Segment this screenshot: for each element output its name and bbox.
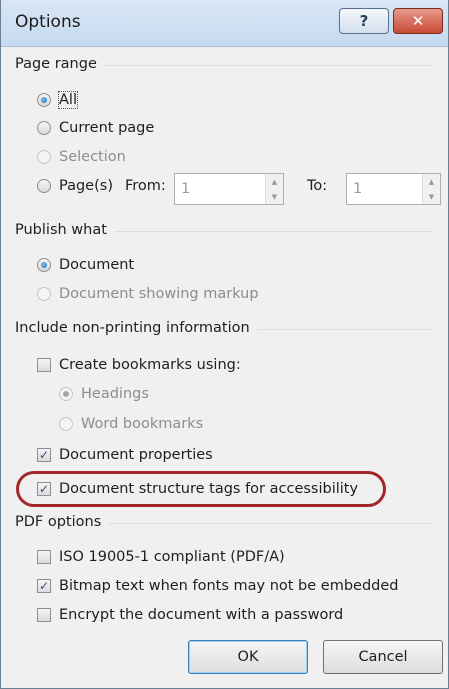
radio-all-indicator[interactable] [37, 93, 51, 107]
checkbox-properties[interactable]: ✓ Document properties [37, 444, 213, 466]
checkbox-encrypt-label: Encrypt the document with a password [59, 607, 344, 623]
radio-word-bookmarks: Word bookmarks [59, 413, 203, 435]
radio-pages-indicator[interactable] [37, 179, 51, 193]
radio-all[interactable]: All [37, 89, 78, 111]
radio-headings-label: Headings [81, 386, 149, 402]
help-icon: ? [359, 12, 369, 30]
radio-current-indicator[interactable] [37, 121, 51, 135]
divider [109, 522, 433, 524]
radio-current-label: Current page [59, 120, 155, 136]
checkbox-encrypt[interactable]: Encrypt the document with a password [37, 604, 343, 626]
radio-all-label: All [58, 91, 78, 109]
checkbox-bookmarks-label: Create bookmarks using: [59, 357, 241, 373]
spin-up-icon[interactable]: ▲ [272, 178, 277, 186]
checkbox-encrypt-box[interactable] [37, 608, 51, 622]
ok-button[interactable]: OK [188, 640, 308, 674]
checkbox-bitmap[interactable]: ✓ Bitmap text when fonts may not be embe… [37, 575, 399, 597]
divider [114, 230, 433, 232]
radio-pages-label: Page(s) [59, 178, 113, 194]
from-label: From: [125, 178, 166, 194]
checkbox-bitmap-label: Bitmap text when fonts may not be embedd… [59, 578, 399, 594]
to-spin-arrows[interactable]: ▲ ▼ [422, 174, 440, 204]
radio-current-page[interactable]: Current page [37, 117, 154, 139]
radio-headings-indicator [59, 387, 73, 401]
to-label: To: [307, 178, 328, 194]
from-stepper[interactable]: 1 ▲ ▼ [174, 173, 284, 205]
spin-down-icon[interactable]: ▼ [429, 193, 434, 201]
checkbox-properties-label: Document properties [59, 447, 213, 463]
radio-headings: Headings [59, 383, 149, 405]
radio-word-bookmarks-indicator [59, 417, 73, 431]
spin-down-icon[interactable]: ▼ [272, 193, 277, 201]
radio-markup: Document showing markup [37, 283, 259, 305]
radio-selection-label: Selection [59, 149, 126, 165]
publish-what-heading: Publish what [15, 222, 433, 238]
radio-document-indicator[interactable] [37, 258, 51, 272]
checkbox-bookmarks-box[interactable] [37, 358, 51, 372]
radio-pages[interactable]: Page(s) [37, 175, 113, 197]
to-stepper[interactable]: 1 ▲ ▼ [346, 173, 441, 205]
non-printing-heading: Include non-printing information [15, 320, 433, 336]
cancel-button[interactable]: Cancel [323, 640, 443, 674]
radio-markup-label: Document showing markup [59, 286, 259, 302]
from-spin-arrows[interactable]: ▲ ▼ [265, 174, 283, 204]
title-bar: Options ? ✕ [1, 0, 448, 47]
radio-document-label: Document [59, 257, 135, 273]
radio-markup-indicator [37, 287, 51, 301]
radio-selection-indicator [37, 150, 51, 164]
checkmark-icon[interactable]: ✓ [37, 579, 51, 593]
from-value: 1 [181, 181, 191, 197]
radio-document[interactable]: Document [37, 254, 134, 276]
checkbox-bookmarks[interactable]: Create bookmarks using: [37, 354, 241, 376]
annotation-highlight-ring [16, 471, 386, 507]
divider [104, 64, 433, 66]
dialog-title: Options [15, 12, 81, 32]
divider [257, 328, 433, 330]
help-button[interactable]: ? [339, 8, 389, 34]
close-icon: ✕ [411, 12, 425, 30]
options-dialog: Options ? ✕ Page range All Current page … [0, 0, 449, 689]
radio-word-bookmarks-label: Word bookmarks [81, 416, 204, 432]
to-value: 1 [353, 181, 363, 197]
close-button[interactable]: ✕ [393, 8, 443, 34]
checkbox-iso-box[interactable] [37, 550, 51, 564]
spin-up-icon[interactable]: ▲ [429, 178, 434, 186]
checkbox-iso[interactable]: ISO 19005-1 compliant (PDF/A) [37, 546, 285, 568]
checkmark-icon[interactable]: ✓ [37, 448, 51, 462]
page-range-heading: Page range [15, 56, 433, 72]
radio-selection: Selection [37, 146, 126, 168]
checkbox-iso-label: ISO 19005-1 compliant (PDF/A) [59, 549, 285, 565]
pdf-options-heading: PDF options [15, 514, 433, 530]
